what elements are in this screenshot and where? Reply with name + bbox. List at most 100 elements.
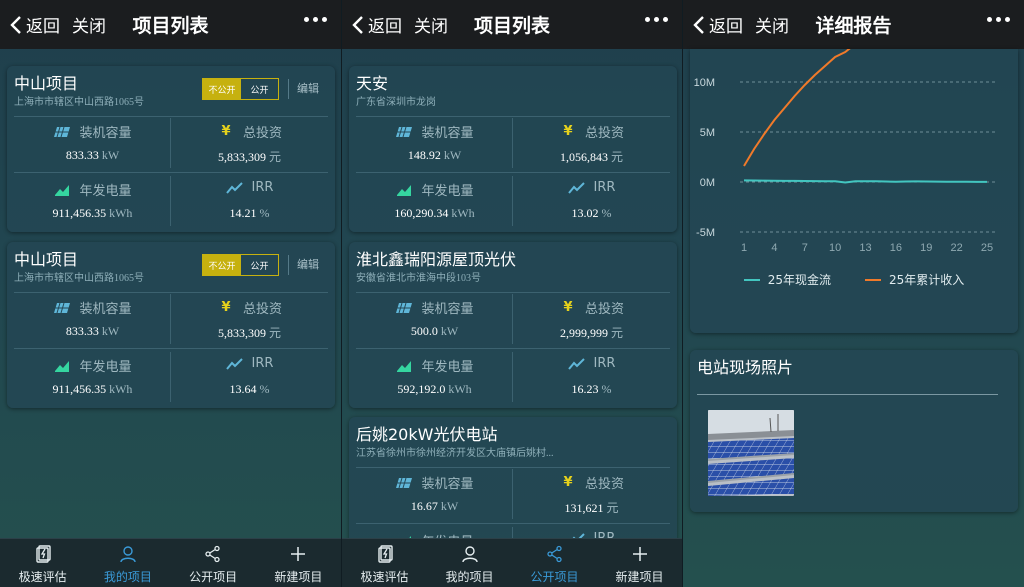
x-tick-label: 22	[951, 242, 963, 254]
investment-unit: 元	[606, 501, 619, 515]
more-icon[interactable]	[304, 17, 327, 22]
series-line	[743, 179, 987, 184]
card-divider	[14, 116, 328, 117]
more-icon[interactable]	[645, 17, 668, 22]
irr-stat: IRR 13.02%	[513, 176, 670, 234]
user-icon	[120, 546, 136, 563]
back-button[interactable]: 返回	[10, 12, 60, 37]
chevron-left-icon	[693, 15, 704, 34]
legend-item[interactable]: 25年现金流	[743, 271, 831, 288]
irr-unit: %	[601, 206, 612, 220]
trend-up-icon	[395, 183, 413, 197]
more-icon[interactable]	[987, 17, 1010, 22]
tab-bar: 极速评估 我的项目 公开项目 新建项目	[342, 538, 682, 587]
irr-unit: %	[601, 382, 612, 396]
tab-quick-assess[interactable]: 极速评估	[0, 539, 85, 587]
public-option[interactable]: 公开	[241, 79, 278, 99]
chart-legend: 25年现金流 25年累计收入	[690, 271, 1018, 288]
tab-quick-assess[interactable]: 极速评估	[342, 539, 427, 587]
solar-panel-icon	[395, 125, 413, 139]
nav-bar: 返回 关闭 项目列表	[342, 0, 682, 49]
card-divider	[356, 292, 670, 293]
x-tick-label: 10	[829, 242, 841, 254]
generation-stat: 年发电量 160,290.34 kWh	[356, 176, 513, 234]
tab-bar: 极速评估 我的项目 公开项目 新建项目	[0, 538, 341, 587]
project-card[interactable]: 淮北鑫瑞阳源屋顶光伏 安徽省淮北市淮海中段103号 装机容量 500.0 kW ¥…	[349, 242, 677, 408]
edit-button[interactable]: 编辑	[288, 255, 319, 275]
back-button[interactable]: 返回	[693, 12, 743, 37]
irr-label: IRR	[251, 356, 274, 371]
project-card[interactable]: 中山项目 上海市市辖区中山西路1065号 不公开 公开 编辑 装机容量 833.…	[7, 66, 335, 232]
trend-up-icon	[395, 359, 413, 373]
plus-icon	[291, 547, 306, 561]
tab-new-project[interactable]: 新建项目	[597, 539, 682, 587]
tab-label: 新建项目	[615, 570, 664, 584]
private-option[interactable]: 不公开	[203, 255, 241, 275]
solar-panel-icon	[395, 301, 413, 315]
legend-swatch	[743, 278, 760, 281]
y-tick-label: -5M	[696, 227, 715, 239]
generation-label: 年发电量	[79, 360, 132, 375]
close-button[interactable]: 关闭	[755, 12, 789, 37]
tab-label: 极速评估	[18, 570, 67, 584]
capacity-label: 装机容量	[79, 302, 132, 317]
panel-project-list-mine: 返回 关闭 项目列表 中山项目 上海市市辖区中山西路1065号 不公开 公开 编…	[0, 0, 341, 587]
generation-value: 592,192.0	[397, 382, 446, 396]
capacity-value: 16.67	[410, 499, 438, 513]
close-button[interactable]: 关闭	[72, 12, 106, 37]
generation-unit: kWh	[109, 382, 133, 396]
solar-panel-icon	[395, 476, 413, 490]
tab-my-projects[interactable]: 我的项目	[85, 539, 170, 587]
capacity-unit: kW	[101, 324, 120, 338]
irr-label: IRR	[593, 180, 616, 195]
generation-value: 911,456.35	[52, 206, 107, 220]
edit-button[interactable]: 编辑	[288, 79, 319, 99]
generation-value: 911,456.35	[52, 382, 107, 396]
tab-my-projects[interactable]: 我的项目	[427, 539, 512, 587]
generation-value: 160,290.34	[394, 206, 449, 220]
site-photo-thumbnail[interactable]	[708, 410, 794, 496]
yen-icon: ¥	[221, 300, 231, 315]
line-chart-icon	[225, 181, 244, 195]
visibility-toggle[interactable]: 不公开 公开	[202, 78, 279, 100]
chevron-left-icon	[10, 15, 21, 34]
capacity-value: 500.0	[410, 324, 438, 338]
investment-label: 总投资	[242, 302, 282, 317]
line-chart-icon	[567, 357, 586, 371]
y-tick-label: 10M	[694, 77, 715, 89]
project-name: 中山项目	[14, 250, 79, 269]
capacity-value: 148.92	[407, 148, 441, 162]
tab-public-projects[interactable]: 公开项目	[512, 539, 597, 587]
project-card[interactable]: 天安 广东省深圳市龙岗 装机容量 148.92 kW ¥ 总投资 1,056,843…	[349, 66, 677, 232]
project-address: 上海市市辖区中山西路1065号	[14, 273, 144, 284]
visibility-toggle[interactable]: 不公开 公开	[202, 254, 279, 276]
public-option[interactable]: 公开	[241, 255, 278, 275]
tab-new-project[interactable]: 新建项目	[256, 539, 341, 587]
generation-label: 年发电量	[421, 360, 474, 375]
tab-public-projects[interactable]: 公开项目	[171, 539, 256, 587]
irr-value: 13.02	[571, 206, 599, 220]
close-button[interactable]: 关闭	[414, 12, 448, 37]
x-tick-label: 25	[981, 242, 993, 254]
investment-label: 总投资	[242, 126, 282, 141]
irr-stat: IRR 13.64%	[171, 352, 328, 410]
capacity-stat: 装机容量 16.67 kW	[356, 469, 513, 527]
investment-value: 2,999,999	[559, 326, 608, 340]
legend-item[interactable]: 25年累计收入	[865, 271, 964, 288]
cashflow-chart-card: 10M 5M 0M -5M 1 4 7 10 13 16 19 22 25 25年现金流 25年累计收入	[690, 49, 1018, 333]
investment-unit: 元	[610, 326, 623, 340]
project-name: 中山项目	[14, 74, 79, 93]
solar-panel-icon	[53, 125, 71, 139]
investment-label: 总投资	[584, 302, 624, 317]
generation-stat: 年发电量 592,192.0 kWh	[356, 352, 513, 410]
project-card[interactable]: 中山项目 上海市市辖区中山西路1065号 不公开 公开 编辑 装机容量 833.…	[7, 242, 335, 408]
back-button[interactable]: 返回	[352, 12, 402, 37]
trend-up-icon	[53, 183, 71, 197]
project-name: 后姚20kW光伏电站	[356, 425, 498, 444]
user-icon	[461, 546, 478, 563]
investment-unit: 元	[610, 150, 623, 164]
investment-label: 总投资	[584, 477, 624, 492]
generation-label: 年发电量	[421, 184, 474, 199]
private-option[interactable]: 不公开	[203, 79, 241, 99]
yen-icon: ¥	[221, 124, 231, 139]
